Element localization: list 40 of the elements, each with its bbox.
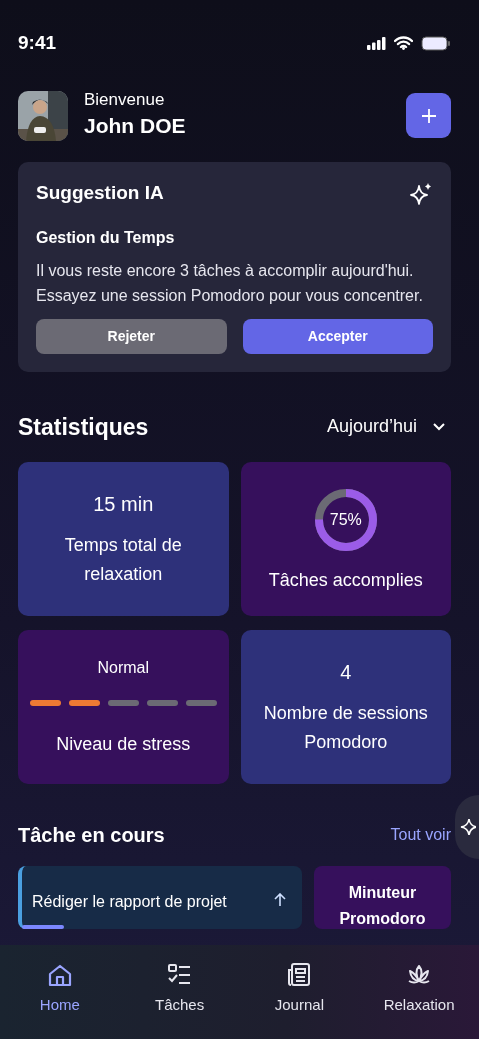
card-title: Suggestion IA bbox=[36, 182, 164, 206]
stat-label: Nombre de sessions Pomodoro bbox=[262, 702, 429, 755]
wifi-icon bbox=[394, 36, 413, 50]
battery-icon bbox=[421, 35, 451, 51]
nav-tab[interactable]: Relaxation bbox=[359, 961, 479, 1039]
greeting-text: Bienvenue bbox=[84, 90, 166, 111]
stat-value: Normal bbox=[97, 657, 150, 678]
add-button[interactable] bbox=[406, 93, 451, 139]
stat-value: 4 bbox=[340, 660, 352, 686]
sparkle-icon bbox=[409, 181, 433, 206]
arrow-up-icon bbox=[274, 893, 286, 908]
nav-tab[interactable]: Tâches bbox=[119, 961, 240, 1039]
signal-icon bbox=[367, 36, 386, 50]
stat-label: Temps total de relaxation bbox=[63, 534, 183, 587]
newspaper-icon bbox=[286, 962, 313, 988]
section-title: Tâche en cours bbox=[18, 823, 165, 849]
task-title: Rédiger le rapport de projet bbox=[32, 892, 227, 913]
plus-icon bbox=[421, 108, 436, 123]
suggestion-text: Il vous reste encore 3 tâches à accomplir aujourd'hui. Essayez une session Pomodoro pour vous concentrer. bbox=[36, 261, 424, 306]
period-dropdown[interactable]: Aujourd’hui bbox=[326, 413, 445, 441]
nav-tab[interactable]: Journal bbox=[239, 961, 360, 1039]
timer-card[interactable]: Minuteur Promodoro bbox=[314, 866, 451, 930]
status-time: 9:41 bbox=[18, 30, 57, 55]
progress-value: 75% bbox=[329, 509, 362, 530]
section-title: Statistiques bbox=[18, 412, 149, 442]
chevron-down-icon bbox=[433, 422, 445, 431]
accept-button[interactable]: Accepter bbox=[242, 318, 433, 354]
sparkle-icon bbox=[460, 818, 476, 836]
stat-label: Niveau de stress bbox=[56, 732, 191, 756]
stat-value: 15 min bbox=[93, 492, 154, 518]
ai-assistant-button[interactable] bbox=[455, 795, 479, 859]
card-subtitle: Gestion du Temps bbox=[36, 227, 176, 248]
progress-ring bbox=[313, 487, 378, 552]
task-card[interactable]: Rédiger le rapport de projet bbox=[18, 866, 302, 930]
user-name: John DOE bbox=[84, 113, 186, 140]
stat-label: Tâches accomplies bbox=[268, 568, 423, 592]
reject-button[interactable]: Rejeter bbox=[36, 318, 227, 354]
house-icon bbox=[46, 962, 73, 988]
nav-tab[interactable]: Home bbox=[0, 961, 120, 1039]
see-all-link[interactable]: Tout voir bbox=[390, 823, 451, 848]
